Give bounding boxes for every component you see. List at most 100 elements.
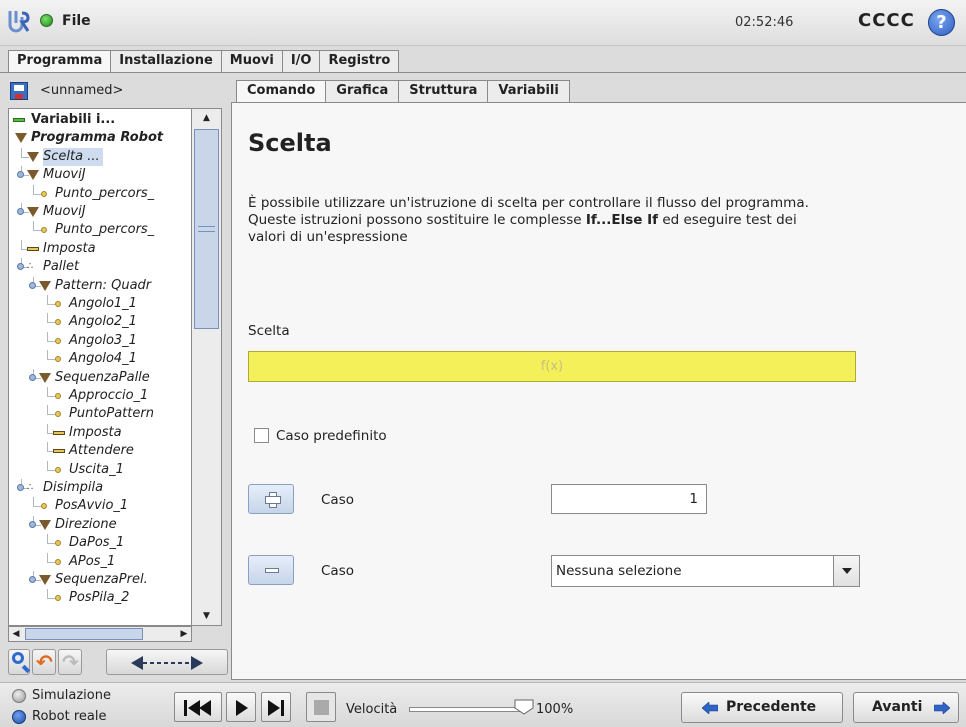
- scroll-left-icon[interactable]: ◀: [9, 627, 23, 641]
- hscroll-thumb[interactable]: [25, 628, 143, 640]
- tree-item[interactable]: Angolo3_1: [9, 331, 191, 350]
- simulation-radio[interactable]: [12, 689, 26, 703]
- search-icon: [12, 652, 24, 664]
- tree-item[interactable]: Programma Robot: [9, 129, 191, 147]
- tree-item[interactable]: Punto_percors_: [9, 184, 191, 203]
- expand-toggle-icon[interactable]: [17, 263, 24, 271]
- tree-item[interactable]: Attendere: [9, 442, 191, 460]
- stop-icon: [314, 700, 329, 715]
- folder-triangle-icon: [27, 151, 39, 162]
- tab-comando[interactable]: Comando: [236, 80, 327, 103]
- help-icon[interactable]: ?: [928, 9, 955, 36]
- tree-item[interactable]: Approccio_1: [9, 387, 191, 405]
- tree-vertical-scrollbar[interactable]: ▲ ▼: [192, 108, 222, 626]
- tree-item-label: Variabili i...: [31, 112, 116, 127]
- step-button[interactable]: [261, 692, 291, 722]
- waypoint-icon: [55, 337, 61, 344]
- tree-horizontal-scrollbar[interactable]: ◀ ▶: [8, 626, 192, 642]
- tree-item[interactable]: Variabili i...: [9, 111, 191, 129]
- tree-item[interactable]: Angolo4_1: [9, 350, 191, 368]
- tree-item-label: PosAvvio_1: [55, 498, 129, 514]
- tree-item[interactable]: Scelta ...: [9, 147, 191, 166]
- expand-toggle-icon[interactable]: [17, 484, 24, 491]
- tree-connector: [33, 506, 41, 508]
- remove-case-label: Caso: [321, 563, 354, 579]
- tree-item[interactable]: ∴ Pallet: [9, 258, 191, 276]
- rewind-button[interactable]: [174, 692, 222, 722]
- real-robot-radio[interactable]: [12, 710, 26, 724]
- tree-item[interactable]: Pattern: Quadr: [9, 276, 191, 295]
- tree-item[interactable]: SequenzaPrel.: [9, 571, 191, 589]
- chevron-down-icon[interactable]: [833, 556, 859, 586]
- tree-item[interactable]: MuoviJ: [9, 166, 191, 184]
- page-title: Scelta: [248, 129, 332, 157]
- tab-variabili[interactable]: Variabili: [487, 80, 570, 102]
- grip-icon: [198, 226, 215, 232]
- tree-item-label: PosPila_2: [69, 590, 130, 606]
- tab-muovi[interactable]: Muovi: [220, 50, 283, 72]
- expand-toggle-icon[interactable]: [29, 576, 36, 583]
- tree-item-label: Uscita_1: [69, 461, 124, 477]
- tree-item[interactable]: Angolo2_1: [9, 313, 191, 331]
- next-button[interactable]: Avanti: [853, 692, 959, 723]
- scroll-right-icon[interactable]: ▶: [177, 627, 191, 641]
- expand-toggle-icon[interactable]: [29, 520, 36, 528]
- tab-installazione[interactable]: Installazione: [110, 50, 222, 72]
- play-button[interactable]: [226, 692, 256, 722]
- scroll-thumb[interactable]: [194, 129, 219, 329]
- expand-toggle-icon[interactable]: [17, 208, 24, 215]
- stop-button[interactable]: [306, 692, 336, 722]
- tree-connector: [47, 414, 55, 416]
- undo-button[interactable]: ↶: [32, 649, 56, 675]
- speed-slider[interactable]: [409, 707, 521, 712]
- collapse-tree-button[interactable]: [106, 649, 228, 675]
- speed-slider-handle-icon[interactable]: [514, 699, 534, 715]
- add-case-label: Caso: [321, 492, 354, 508]
- tree-connector: [47, 442, 48, 453]
- tab-io[interactable]: I/O: [281, 50, 321, 72]
- search-button[interactable]: [8, 649, 30, 675]
- expand-toggle-icon[interactable]: [29, 281, 36, 289]
- tree-item[interactable]: PosPila_2: [9, 589, 191, 607]
- previous-button[interactable]: Precedente: [681, 692, 843, 723]
- redo-button[interactable]: ↷: [58, 649, 82, 675]
- tree-connector: [47, 331, 48, 342]
- remove-case-button[interactable]: [248, 555, 294, 585]
- tree-item[interactable]: Punto_percors_: [9, 221, 191, 239]
- tree-item[interactable]: Imposta: [9, 239, 191, 258]
- tree-item[interactable]: Angolo1_1: [9, 295, 191, 313]
- tab-registro[interactable]: Registro: [319, 50, 400, 72]
- file-menu[interactable]: File: [62, 13, 91, 29]
- tree-item-label: Approccio_1: [69, 388, 149, 403]
- step-icon: [268, 700, 280, 716]
- pallet-icon: ∴: [27, 261, 33, 273]
- tree-connector: [47, 534, 48, 545]
- tree-item[interactable]: MuoviJ: [9, 203, 191, 221]
- default-case-checkbox[interactable]: [254, 428, 269, 443]
- tree-connector: [47, 552, 48, 563]
- expand-toggle-icon[interactable]: [29, 373, 36, 381]
- tree-connector: [33, 193, 41, 195]
- expand-toggle-icon[interactable]: [17, 171, 24, 179]
- tree-item-label: Imposta: [69, 424, 122, 440]
- case-value-input[interactable]: 1: [551, 484, 707, 514]
- tree-item[interactable]: DaPos_1: [9, 534, 191, 552]
- scroll-up-icon[interactable]: ▲: [192, 109, 221, 127]
- add-case-button[interactable]: [248, 484, 294, 514]
- tree-item[interactable]: Uscita_1: [9, 460, 191, 479]
- tab-struttura[interactable]: Struttura: [398, 80, 489, 102]
- tab-grafica[interactable]: Grafica: [325, 80, 400, 102]
- tree-item[interactable]: Imposta: [9, 423, 191, 442]
- tree-item[interactable]: PuntoPattern: [9, 405, 191, 423]
- variables-icon: [13, 118, 25, 122]
- tree-item[interactable]: ∴ Disimpila: [9, 479, 191, 497]
- tree-item[interactable]: SequenzaPalle: [9, 368, 191, 387]
- tab-programma[interactable]: Programma: [8, 50, 112, 73]
- expression-field[interactable]: f(x): [248, 351, 856, 382]
- case-select[interactable]: Nessuna selezione: [551, 555, 860, 587]
- scroll-down-icon[interactable]: ▼: [192, 607, 221, 625]
- tree-item[interactable]: PosAvvio_1: [9, 497, 191, 515]
- save-icon[interactable]: [10, 82, 28, 100]
- tree-item[interactable]: APos_1: [9, 552, 191, 571]
- tree-item[interactable]: Direzione: [9, 515, 191, 534]
